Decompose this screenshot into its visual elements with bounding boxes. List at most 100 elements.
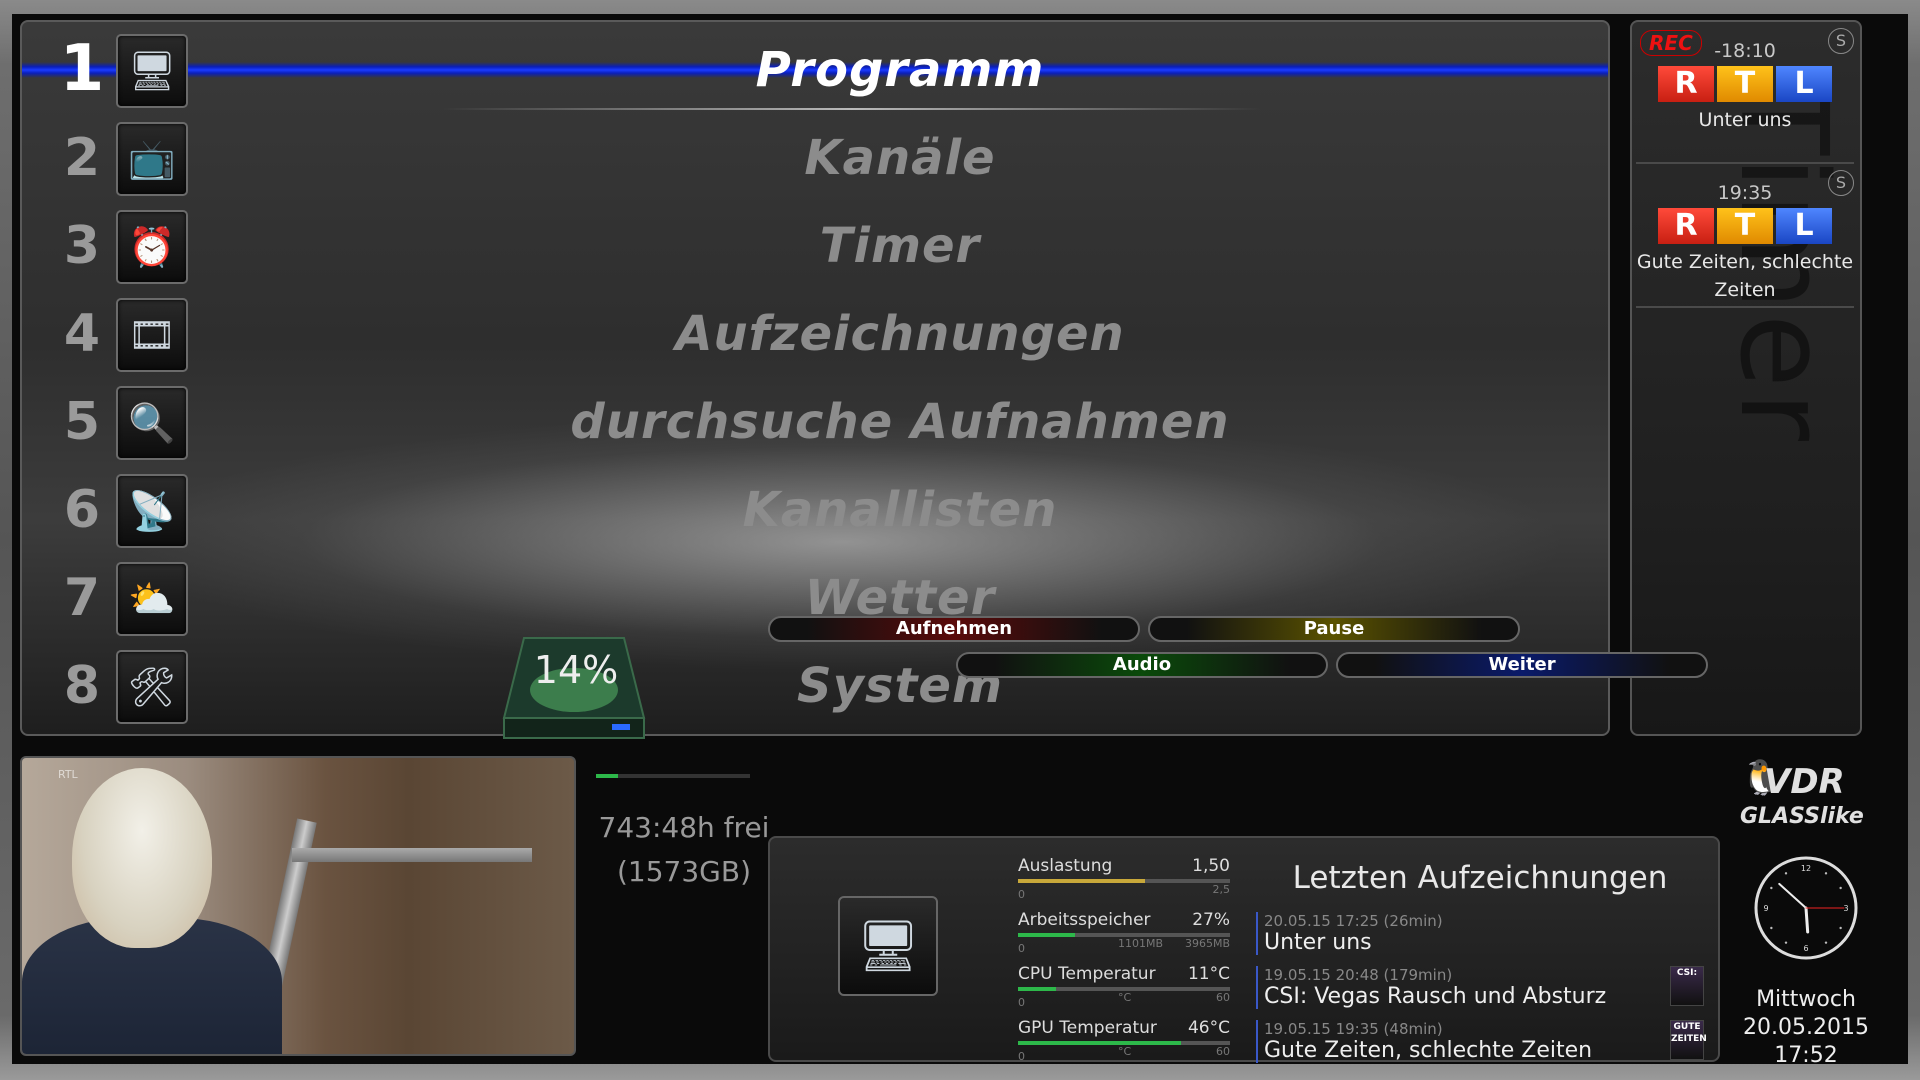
red-button-record[interactable]: Aufnehmen <box>768 616 1140 642</box>
stat-value: 46°C <box>1187 1018 1230 1038</box>
system-stat: Arbeitsspeicher 27% 0 1101MB 3965MB <box>1018 910 1230 955</box>
menu-item[interactable]: 5 🔍 durchsuche Aufnahmen <box>22 380 1608 468</box>
stat-min: 0 <box>1018 942 1025 955</box>
stat-max: 3965MB <box>1184 937 1230 950</box>
menu-item-number: 8 <box>63 656 101 716</box>
clock-numeral: 6 <box>1803 944 1808 953</box>
rec-badge: REC <box>1640 30 1702 56</box>
stat-unit: 1101MB <box>1118 937 1164 950</box>
recording-meta: 19.05.15 20:48 (179min) <box>1264 966 1453 984</box>
menu-item[interactable]: 3 ⏰ Timer <box>22 204 1608 292</box>
clock-tick <box>1784 872 1788 875</box>
clock-tick <box>1824 872 1828 875</box>
satellite-dish-icon: 📡 <box>116 474 188 548</box>
tv-preview: RTL <box>20 756 576 1056</box>
weather-sun-cloud-icon: ⛅ <box>116 562 188 636</box>
menu-item-number: 6 <box>63 480 101 540</box>
menu-item-label: durchsuche Aufnahmen <box>570 394 1230 450</box>
timer-title: Gute Zeiten, schlechte Zeiten <box>1636 251 1854 301</box>
drill-tools-icon: 🛠 <box>116 650 188 724</box>
timer-sidebar: Timer REC S -18:10 RTL Unter uns S 19:35… <box>1630 20 1862 736</box>
s-badge: S <box>1828 28 1854 54</box>
stat-min: 0 <box>1018 996 1025 1009</box>
stat-max: 60 <box>1216 1045 1230 1058</box>
recording-thumbnail: GUTE ZEITEN <box>1670 1020 1707 1060</box>
stat-min: 0 <box>1018 888 1025 901</box>
magnifier-icon: 🔍 <box>116 386 188 460</box>
menu-item-number: 5 <box>63 392 101 452</box>
recording-meta: 19.05.15 19:35 (48min) <box>1264 1020 1443 1038</box>
menu-item-label: Programm <box>755 42 1045 98</box>
s-badge: S <box>1828 170 1854 196</box>
stat-unit: °C <box>1118 1045 1132 1058</box>
stat-value: 1,50 <box>1192 856 1230 876</box>
menu-item-label: Kanallisten <box>742 482 1058 538</box>
stat-unit: °C <box>1118 991 1132 1004</box>
timer-entry[interactable]: S 19:35 RTL Gute Zeiten, schlechte Zeite… <box>1636 170 1854 304</box>
recording-title: Gute Zeiten, schlechte Zeiten <box>1264 1038 1593 1063</box>
recent-recordings-title: Letzten Aufzeichnungen <box>1292 860 1668 896</box>
selection-underline <box>442 108 1262 110</box>
clock-tick <box>1770 926 1773 930</box>
menu-item-number: 7 <box>63 568 101 628</box>
recording-meta: 20.05.15 17:25 (26min) <box>1264 912 1443 930</box>
recording-item[interactable]: 20.05.15 17:25 (26min) Unter uns <box>1256 912 1684 955</box>
clock-numeral: 3 <box>1843 904 1848 913</box>
osd-screen: 1 🖥 Programm 2 📺 Kanäle 3 ⏰ Timer 4 🎞 Aufzeichnunge… <box>12 14 1908 1068</box>
menu-item-number: 1 <box>59 32 105 106</box>
person-head-shape <box>72 768 212 948</box>
date: 20.05.2015 <box>1743 1015 1869 1040</box>
ladder-rung-shape <box>292 848 532 862</box>
system-stat: Auslastung 1,50 0 2,5 <box>1018 856 1231 901</box>
channels-icon: 📺 <box>116 122 188 196</box>
vdr-logo: VDR <box>1764 762 1845 802</box>
time: 17:52 <box>1774 1043 1838 1068</box>
alarm-clock-icon: ⏰ <box>116 210 188 284</box>
recording-item[interactable]: 19.05.15 19:35 (48min) Gute Zeiten, schle… <box>1256 1020 1684 1063</box>
menu-item-number: 2 <box>63 128 101 188</box>
timer-entry[interactable]: REC S -18:10 RTL Unter uns <box>1636 26 1854 134</box>
recording-title: Unter uns <box>1264 930 1372 955</box>
recording-thumbnail: CSI: <box>1670 966 1704 1006</box>
clock-numeral: 12 <box>1801 864 1811 873</box>
clock-tick <box>1839 926 1842 930</box>
date-time-block: Mittwoch 20.05.2015 17:52 <box>1728 986 1884 1070</box>
glasslike-logo: GLASSlike <box>1740 804 1864 829</box>
menu-item-number: 3 <box>63 216 101 276</box>
menu-item-number: 4 <box>63 304 101 364</box>
timer-title: Unter uns <box>1698 109 1792 131</box>
menu-item-label: Aufzeichnungen <box>675 306 1125 362</box>
menu-item[interactable]: 1 🖥 Programm <box>22 28 1608 116</box>
rtl-channel-logo: RTL <box>1636 208 1854 244</box>
recording-item[interactable]: 19.05.15 20:48 (179min) CSI: Vegas Rausch… <box>1256 966 1684 1009</box>
green-button-audio[interactable]: Audio <box>956 652 1328 678</box>
clock-tick <box>1839 886 1842 890</box>
stat-value: 11°C <box>1187 964 1230 984</box>
menu-item-label: Timer <box>819 218 981 274</box>
divider <box>1636 162 1854 164</box>
menu-item-label: Kanäle <box>804 130 996 186</box>
disk-usage-percent: 14% <box>533 648 619 692</box>
clock-tick <box>1770 886 1773 890</box>
menu-item[interactable]: 2 📺 Kanäle <box>22 116 1608 204</box>
clock-tick <box>1824 941 1828 944</box>
analog-clock: 3 6 9 12 <box>1754 856 1858 960</box>
tv-search-icon: 🖥 <box>838 896 938 996</box>
stat-value: 27% <box>1192 910 1230 930</box>
yellow-button-pause[interactable]: Pause <box>1148 616 1520 642</box>
system-stat: CPU Temperatur 11°C 0 °C 60 <box>1018 964 1230 1009</box>
stat-min: 0 <box>1018 1050 1025 1063</box>
stat-max: 2,5 <box>1212 883 1231 896</box>
rtl-channel-logo: RTL <box>1636 66 1854 102</box>
clock-tick <box>1784 941 1788 944</box>
blue-button-next[interactable]: Weiter <box>1336 652 1708 678</box>
timer-time: 19:35 <box>1717 182 1773 204</box>
disk-free-space: 743:48h frei (1573GB) <box>598 811 770 888</box>
disk-usage-bar <box>596 774 750 778</box>
menu-item[interactable]: 4 🎞 Aufzeichnungen <box>22 292 1608 380</box>
tv-channel-watermark: RTL <box>58 768 78 781</box>
clock-hour-hand <box>1804 906 1810 934</box>
menu-item[interactable]: 6 📡 Kanallisten <box>22 468 1608 556</box>
film-reel-icon: 🎞 <box>116 298 188 372</box>
divider <box>1636 306 1854 308</box>
